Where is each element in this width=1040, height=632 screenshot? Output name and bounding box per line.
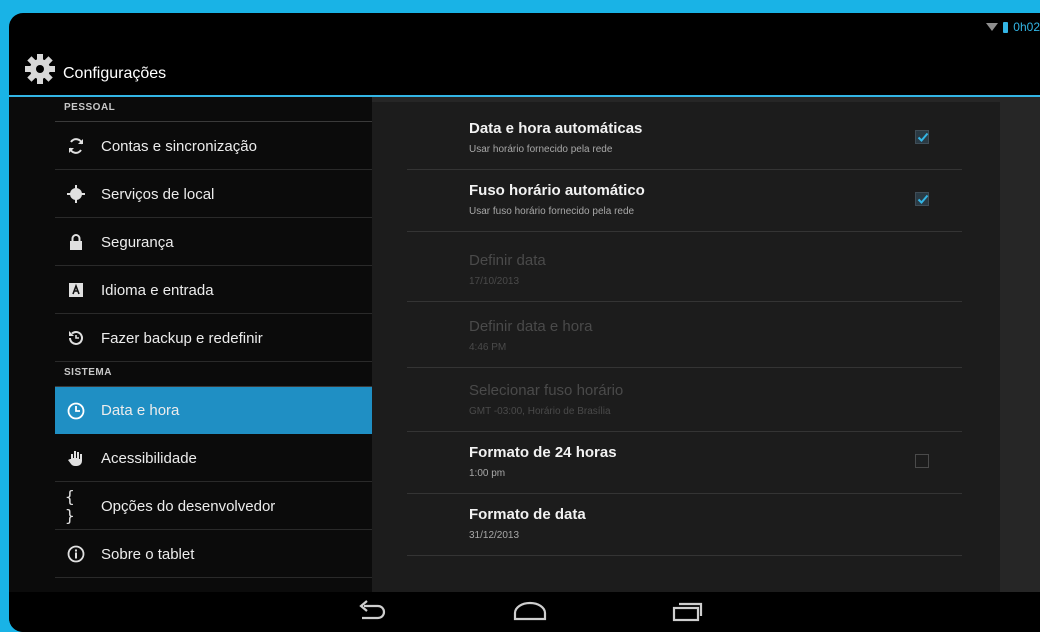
auto-timezone-checkbox[interactable] <box>915 192 929 206</box>
pref-auto-date-time[interactable]: Data e hora automáticas Usar horário for… <box>407 110 962 170</box>
nav-item-accounts-sync[interactable]: Contas e sincronização <box>55 123 372 170</box>
nav-item-location[interactable]: Serviços de local <box>55 171 372 218</box>
pref-summary: 17/10/2013 <box>469 276 520 287</box>
nav-item-label: Sobre o tablet <box>101 545 195 563</box>
nav-item-label: Opções do desenvolvedor <box>101 497 276 515</box>
nav-item-date-time[interactable]: Data e hora <box>55 387 372 434</box>
lock-icon <box>65 231 87 253</box>
nav-item-about-tablet[interactable]: Sobre o tablet <box>55 531 372 578</box>
nav-item-label: Acessibilidade <box>101 449 197 467</box>
status-time: 0h02 <box>1013 20 1040 34</box>
pref-title: Definir data <box>469 252 546 269</box>
language-icon <box>65 279 87 301</box>
section-header-system: SISTEMA <box>64 367 112 378</box>
nav-item-label: Serviços de local <box>101 185 215 203</box>
nav-item-label: Contas e sincronização <box>101 137 257 155</box>
home-icon[interactable] <box>512 600 548 622</box>
pref-title: Formato de data <box>469 506 586 523</box>
info-icon <box>65 543 87 565</box>
divider <box>55 121 372 122</box>
wifi-icon <box>986 23 999 31</box>
backup-icon <box>65 327 87 349</box>
nav-item-developer-options[interactable]: { } Opções do desenvolvedor <box>55 483 372 530</box>
pref-title: Data e hora automáticas <box>469 120 643 137</box>
pref-summary: Usar horário fornecido pela rede <box>469 144 613 155</box>
24-hour-format-checkbox[interactable] <box>915 454 929 468</box>
pref-title: Selecionar fuso horário <box>469 382 624 399</box>
system-navigation-bar <box>9 592 1040 632</box>
clock-icon <box>65 400 87 422</box>
pref-date-format[interactable]: Formato de data 31/12/2013 <box>407 496 962 556</box>
pref-auto-timezone[interactable]: Fuso horário automático Usar fuso horári… <box>407 172 962 232</box>
pref-summary: Usar fuso horário fornecido pela rede <box>469 206 635 217</box>
page-title: Configurações <box>63 65 167 82</box>
nav-item-backup-reset[interactable]: Fazer backup e redefinir <box>55 315 372 362</box>
location-icon <box>65 183 87 205</box>
pref-title: Fuso horário automático <box>469 182 645 199</box>
tablet-screen: 0h02 Configurações PESSOAL Contas e sinc… <box>9 13 1040 632</box>
settings-category-list: PESSOAL Contas e sincronização Serviços … <box>9 97 372 592</box>
nav-item-label: Data e hora <box>101 402 180 419</box>
action-bar: Configurações <box>9 43 1040 97</box>
pref-summary: GMT -03:00, Horário de Brasília <box>469 406 611 417</box>
nav-item-label: Segurança <box>101 233 174 251</box>
checkmark-icon <box>917 132 929 142</box>
pref-set-date: Definir data 17/10/2013 <box>407 242 962 302</box>
status-bar: 0h02 <box>9 13 1040 43</box>
nav-item-security[interactable]: Segurança <box>55 219 372 266</box>
pref-24-hour-format[interactable]: Formato de 24 horas 1:00 pm <box>407 434 962 494</box>
recent-apps-icon[interactable] <box>671 600 705 622</box>
braces-icon: { } <box>65 487 75 525</box>
pref-summary: 31/12/2013 <box>469 530 520 541</box>
checkmark-icon <box>917 194 929 204</box>
status-icons: 0h02 <box>986 20 1040 34</box>
nav-item-language-input[interactable]: Idioma e entrada <box>55 267 372 314</box>
pref-title: Definir data e hora <box>469 318 593 335</box>
pref-select-timezone: Selecionar fuso horário GMT -03:00, Horá… <box>407 372 962 432</box>
pref-summary: 4:46 PM <box>469 342 507 353</box>
nav-item-accessibility[interactable]: Acessibilidade <box>55 435 372 482</box>
back-icon[interactable] <box>354 600 388 622</box>
sync-icon <box>65 135 87 157</box>
auto-date-time-checkbox[interactable] <box>915 130 929 144</box>
preferences-list: Data e hora automáticas Usar horário for… <box>372 102 1000 592</box>
battery-icon <box>1003 21 1009 33</box>
date-time-settings-pane: Data e hora automáticas Usar horário for… <box>372 97 1040 592</box>
nav-item-label: Idioma e entrada <box>101 281 214 299</box>
pref-set-time: Definir data e hora 4:46 PM <box>407 308 962 368</box>
hand-icon <box>65 447 87 469</box>
nav-item-label: Fazer backup e redefinir <box>101 329 263 347</box>
settings-gear-icon[interactable] <box>23 52 57 86</box>
pref-summary: 1:00 pm <box>469 468 506 479</box>
section-header-personal: PESSOAL <box>64 102 116 113</box>
pref-title: Formato de 24 horas <box>469 444 617 461</box>
